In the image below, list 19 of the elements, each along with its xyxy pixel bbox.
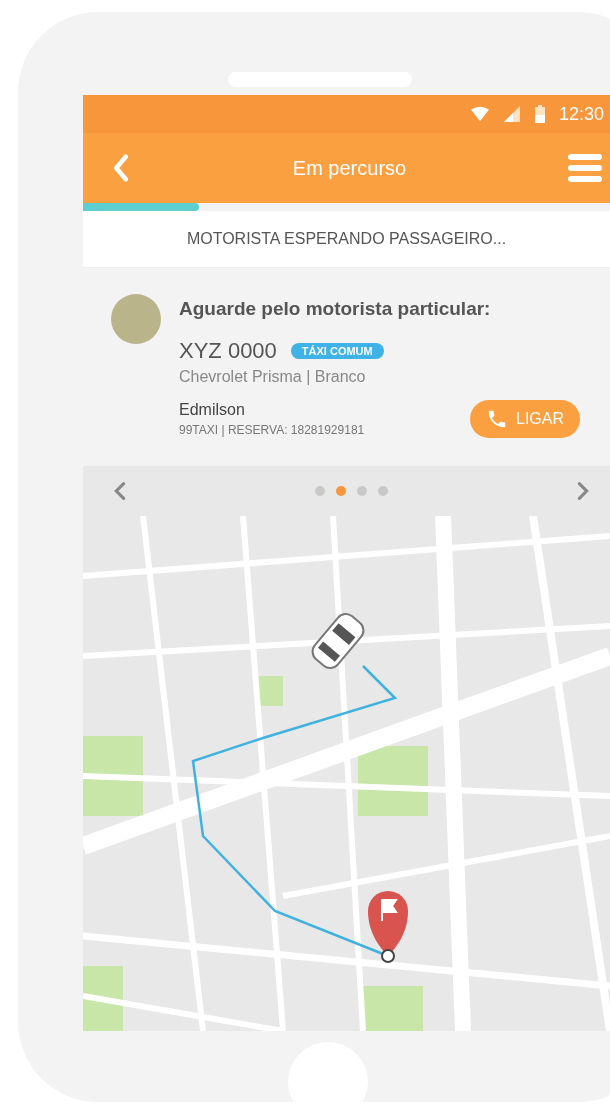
battery-icon	[534, 105, 545, 123]
driver-name: Edmilson	[179, 401, 246, 419]
call-button[interactable]: LIGAR	[470, 400, 580, 438]
driver-avatar	[111, 294, 161, 344]
status-time: 12:30	[558, 103, 604, 125]
phone-icon	[486, 408, 508, 430]
card-heading: Aguarde pelo motorista particular:	[179, 298, 492, 320]
page-dot[interactable]	[357, 486, 367, 496]
status-message: MOTORISTA ESPERANDO PASSAGEIRO...	[186, 230, 507, 248]
signal-icon	[502, 106, 521, 122]
screen-title: Em percurso	[292, 156, 407, 180]
reservation-info: 99TAXI | RESERVA: 18281929181	[179, 423, 365, 437]
page-dot[interactable]	[315, 486, 325, 496]
page-dot[interactable]	[378, 486, 388, 496]
wifi-icon	[470, 106, 489, 122]
license-plate: XYZ 0000	[179, 338, 277, 364]
page-dot[interactable]	[336, 486, 346, 496]
category-badge: TÁXI COMUM	[290, 343, 384, 359]
car-model: Chevrolet Prisma | Branco	[179, 368, 367, 386]
